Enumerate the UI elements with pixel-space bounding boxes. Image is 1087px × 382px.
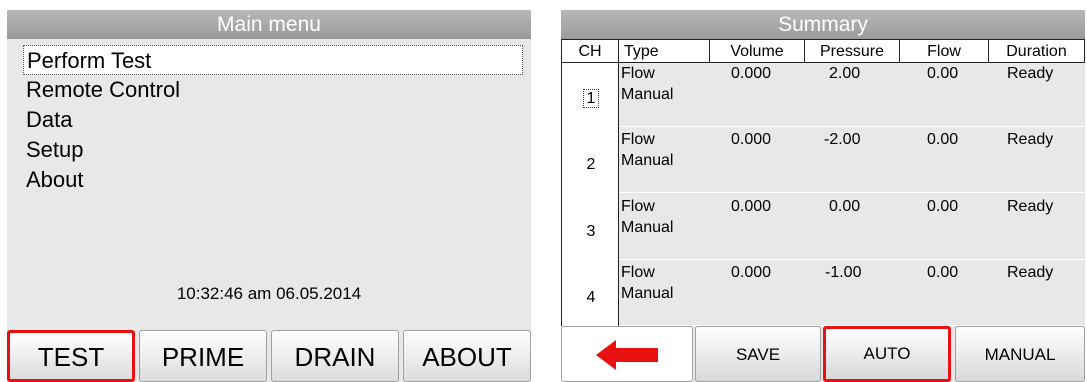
volume-value: 0.000 [731, 65, 772, 82]
table-row[interactable]: Flow Manual 0.000 2.00 0.00 Ready [619, 63, 1085, 127]
column-header-ch: CH [561, 39, 619, 63]
datetime-display: 10:32:46 am 06.05.2014 [176, 284, 362, 303]
volume-value: 0.000 [731, 131, 772, 148]
save-button[interactable]: SAVE [695, 326, 821, 382]
auto-button[interactable]: AUTO [823, 326, 951, 382]
duration-value: Ready [1007, 198, 1054, 215]
main-menu-list: Perform Test Remote Control Data Setup A… [7, 45, 531, 195]
test-button[interactable]: TEST [7, 330, 135, 382]
type-line-1: Flow [621, 131, 655, 148]
drain-button[interactable]: DRAIN [271, 330, 399, 382]
summary-title: Summary [561, 10, 1085, 39]
menu-item-perform-test[interactable]: Perform Test [23, 45, 523, 75]
flow-value: 0.00 [927, 264, 959, 281]
column-header-type: Type [618, 39, 710, 63]
type-line-1: Flow [621, 198, 655, 215]
summary-screen: Summary CH Type Volume Pressure Flow Dur… [561, 10, 1085, 382]
type-line-2: Manual [621, 219, 674, 236]
prime-button[interactable]: PRIME [139, 330, 267, 382]
menu-item-remote-control[interactable]: Remote Control [7, 75, 531, 105]
pressure-value: 2.00 [829, 65, 861, 82]
type-line-1: Flow [621, 65, 655, 82]
type-line-2: Manual [621, 285, 674, 302]
back-arrow-icon [596, 340, 658, 370]
channel-number[interactable]: 2 [562, 156, 620, 174]
duration-value: Ready [1007, 131, 1054, 148]
volume-value: 0.000 [731, 264, 772, 281]
pressure-value: 0.00 [829, 198, 861, 215]
pressure-value: -2.00 [824, 131, 861, 148]
flow-value: 0.00 [927, 131, 959, 148]
menu-item-data[interactable]: Data [7, 105, 531, 135]
main-menu-title: Main menu [7, 10, 531, 39]
about-button[interactable]: ABOUT [403, 330, 531, 382]
flow-value: 0.00 [927, 198, 959, 215]
manual-button[interactable]: MANUAL [955, 326, 1085, 382]
type-line-2: Manual [621, 152, 674, 169]
main-menu-softkeys: TEST PRIME DRAIN ABOUT [7, 330, 531, 382]
duration-value: Ready [1007, 264, 1054, 281]
channel-number[interactable]: 3 [562, 223, 620, 241]
table-header: CH Type Volume Pressure Flow Duration [561, 39, 1085, 63]
channel-label: 1 [582, 89, 600, 108]
flow-value: 0.00 [927, 65, 959, 82]
duration-value: Ready [1007, 65, 1054, 82]
channel-column: 1 2 3 4 [561, 63, 619, 326]
channel-number[interactable]: 1 [562, 89, 620, 108]
type-line-2: Manual [621, 86, 674, 103]
main-menu-screen: Main menu Perform Test Remote Control Da… [7, 10, 531, 382]
back-button[interactable] [561, 326, 693, 382]
pressure-value: -1.00 [825, 264, 862, 281]
summary-softkeys: SAVE AUTO MANUAL [561, 326, 1085, 382]
column-header-pressure: Pressure [804, 39, 900, 63]
type-line-1: Flow [621, 264, 655, 281]
table-row[interactable]: Flow Manual 0.000 -2.00 0.00 Ready [619, 129, 1085, 193]
table-row[interactable]: Flow Manual 0.000 0.00 0.00 Ready [619, 196, 1085, 260]
table-row[interactable]: Flow Manual 0.000 -1.00 0.00 Ready [619, 262, 1085, 326]
menu-item-about[interactable]: About [7, 165, 531, 195]
column-header-flow: Flow [899, 39, 989, 63]
column-header-duration: Duration [988, 39, 1085, 63]
channel-number[interactable]: 4 [562, 289, 620, 307]
volume-value: 0.000 [731, 198, 772, 215]
summary-table: CH Type Volume Pressure Flow Duration 1 … [561, 39, 1085, 326]
menu-item-setup[interactable]: Setup [7, 135, 531, 165]
column-header-volume: Volume [709, 39, 805, 63]
